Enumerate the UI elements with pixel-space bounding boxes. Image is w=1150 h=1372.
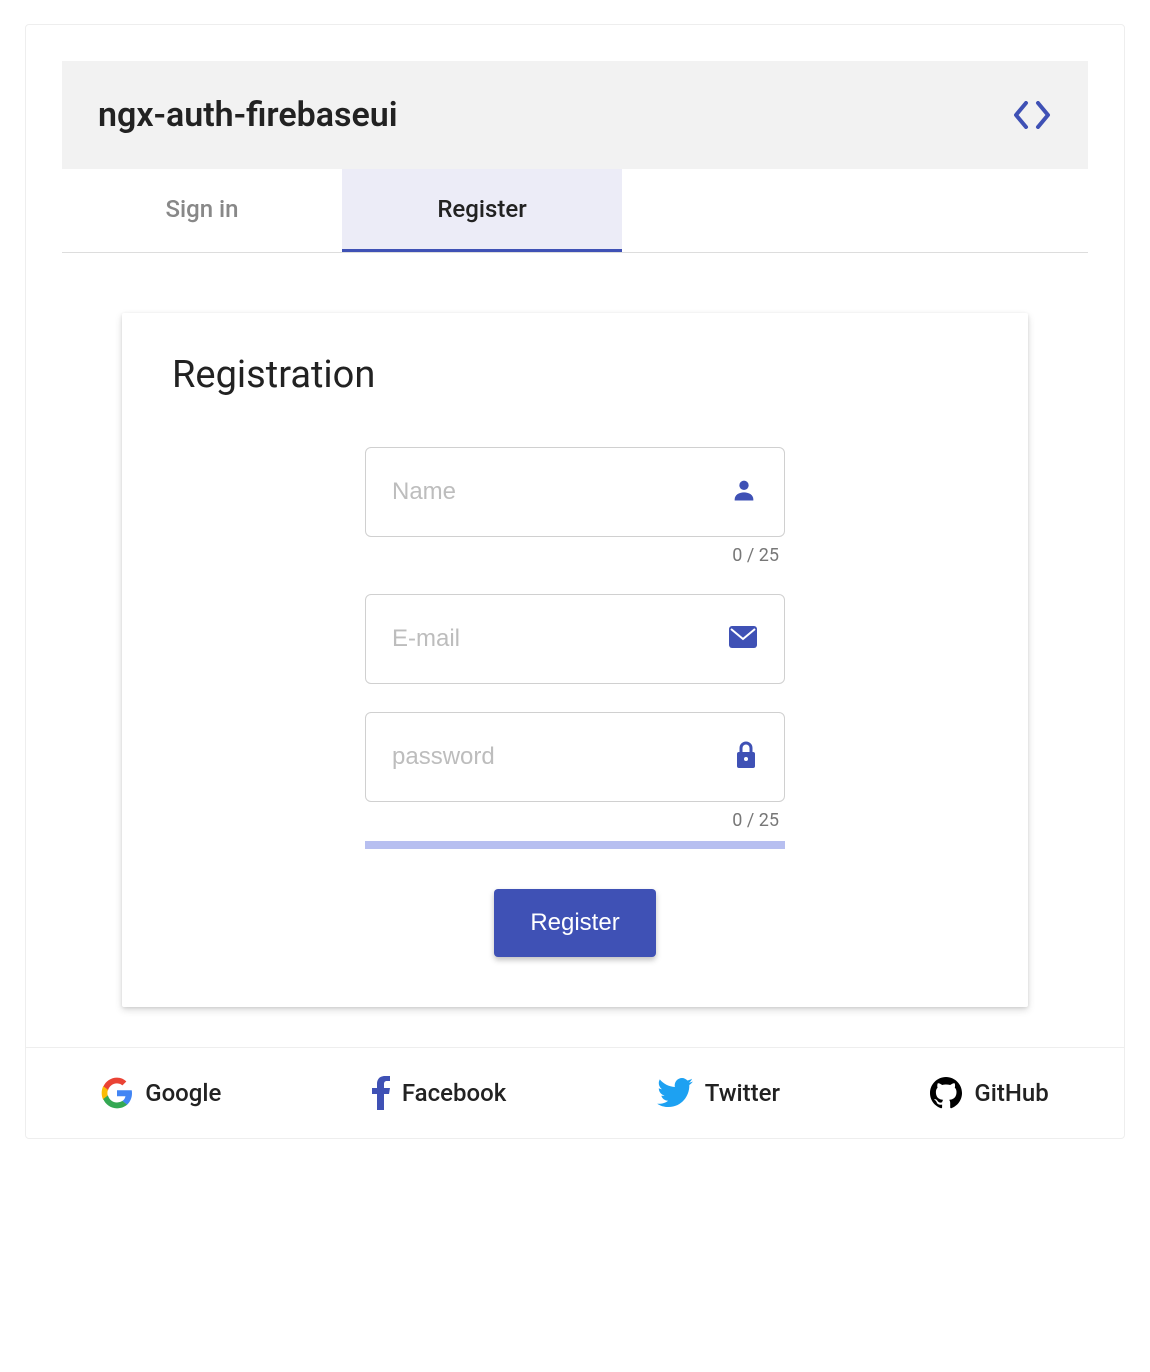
header-title: ngx-auth-firebaseui: [98, 95, 398, 135]
register-button[interactable]: Register: [494, 889, 655, 957]
header-bar: ngx-auth-firebaseui: [62, 61, 1088, 169]
tab-sign-in[interactable]: Sign in: [62, 169, 342, 252]
component-card: ngx-auth-firebaseui Sign in Register Reg…: [25, 24, 1125, 1139]
name-input[interactable]: [392, 478, 718, 506]
code-icon: [1012, 101, 1052, 129]
password-input[interactable]: [392, 743, 722, 771]
facebook-icon: [372, 1076, 390, 1110]
password-char-counter: 0 / 25: [365, 802, 785, 831]
github-icon: [930, 1077, 962, 1109]
lock-icon: [734, 740, 758, 774]
provider-google[interactable]: Google: [101, 1077, 221, 1109]
name-field-wrap: 0 / 25: [365, 447, 785, 566]
tab-label: Register: [437, 195, 526, 223]
card-title: Registration: [172, 353, 978, 397]
view-source-button[interactable]: [1012, 101, 1052, 129]
email-field-box: [365, 594, 785, 684]
registration-form: 0 / 25: [172, 447, 978, 957]
provider-twitter[interactable]: Twitter: [657, 1078, 780, 1108]
content-area: Registration 0 / 25: [62, 253, 1088, 1047]
password-field-box: [365, 712, 785, 802]
provider-label: Twitter: [705, 1079, 780, 1107]
provider-facebook[interactable]: Facebook: [372, 1076, 506, 1110]
provider-github[interactable]: GitHub: [930, 1077, 1048, 1109]
auth-providers: Google Facebook Twitter: [26, 1047, 1124, 1138]
email-field-wrap: [365, 594, 785, 684]
password-field-wrap: 0 / 25: [365, 712, 785, 831]
name-char-counter: 0 / 25: [365, 537, 785, 566]
password-strength-bar: [365, 841, 785, 849]
name-field-box: [365, 447, 785, 537]
provider-label: Facebook: [402, 1079, 506, 1107]
registration-card: Registration 0 / 25: [122, 313, 1028, 1007]
google-icon: [101, 1077, 133, 1109]
twitter-icon: [657, 1078, 693, 1108]
auth-tabs: Sign in Register: [62, 169, 1088, 253]
provider-label: Google: [145, 1079, 221, 1107]
tab-register[interactable]: Register: [342, 169, 622, 252]
tab-label: Sign in: [165, 195, 238, 223]
person-icon: [730, 476, 758, 508]
mail-icon: [728, 625, 758, 653]
email-input[interactable]: [392, 625, 716, 653]
provider-label: GitHub: [974, 1079, 1048, 1107]
register-button-label: Register: [530, 909, 619, 936]
